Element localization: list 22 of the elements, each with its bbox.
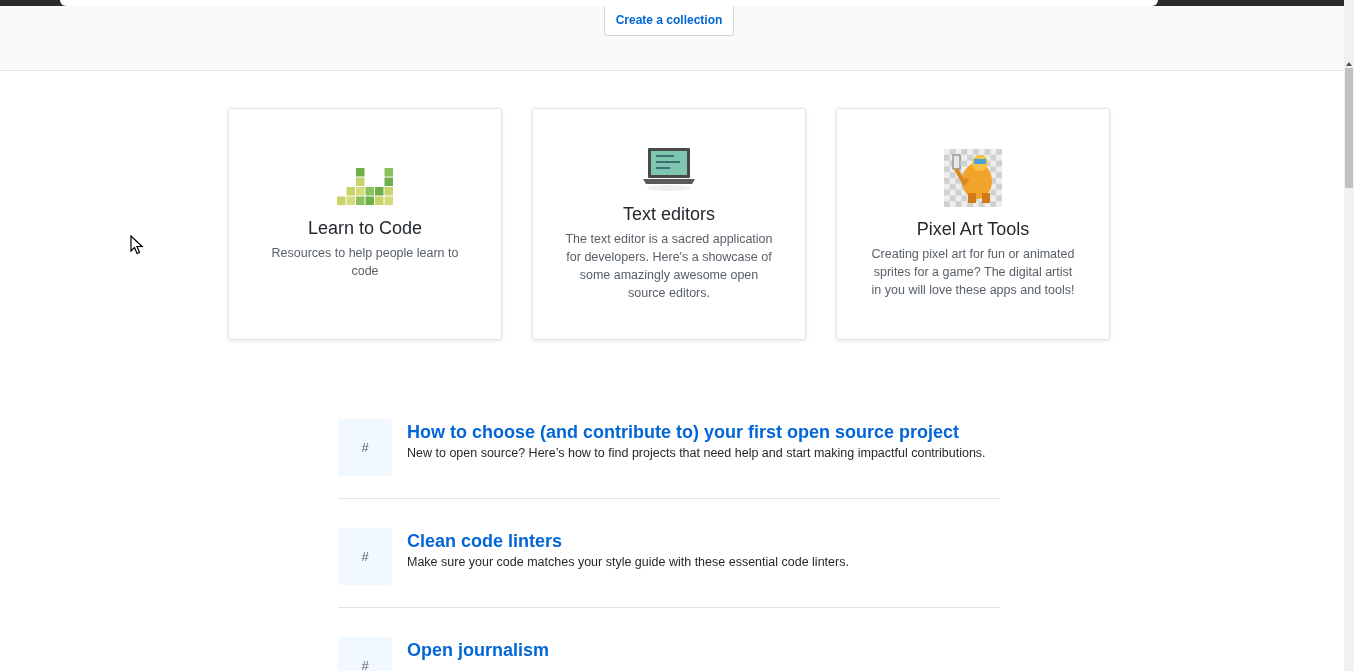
scroll-thumb[interactable] bbox=[1345, 68, 1353, 188]
topic-link[interactable]: How to choose (and contribute to) your first open source project bbox=[407, 422, 960, 443]
topic-description: Make sure your code matches your style guide with these essential code linters. bbox=[407, 555, 849, 569]
topic-icon: # bbox=[338, 419, 392, 476]
topic-link[interactable]: Clean code linters bbox=[407, 531, 563, 552]
card-title: Learn to Code bbox=[307, 218, 423, 239]
topic-icon: # bbox=[338, 637, 392, 671]
card-title: Text editors bbox=[622, 204, 715, 225]
scrollbar[interactable] bbox=[1344, 0, 1354, 671]
laptop-icon bbox=[642, 146, 696, 192]
topic-icon: # bbox=[338, 528, 392, 585]
card-description: The text editor is a sacred application for developers. Here's a showcase of some amazingly awesome open source editors. bbox=[564, 231, 774, 302]
topic-description: New to open source? Here’s how to find projects that need help and start making impactful contributions. bbox=[407, 446, 986, 460]
sprite-drawing bbox=[944, 149, 1002, 207]
topic-link[interactable]: Open journalism bbox=[407, 640, 550, 661]
cursor-icon bbox=[130, 235, 144, 255]
card-description: Creating pixel art for fun or animated sprites for a game? The digital artist in you will love these apps and tools! bbox=[870, 246, 1076, 299]
blocks-icon bbox=[336, 168, 394, 206]
create-collection-button[interactable]: Create a collection bbox=[603, 6, 735, 36]
card-description: Resources to help people learn to code bbox=[270, 245, 460, 280]
card-title: Pixel Art Tools bbox=[916, 219, 1030, 240]
scroll-up-arrow-icon[interactable] bbox=[1344, 60, 1354, 68]
